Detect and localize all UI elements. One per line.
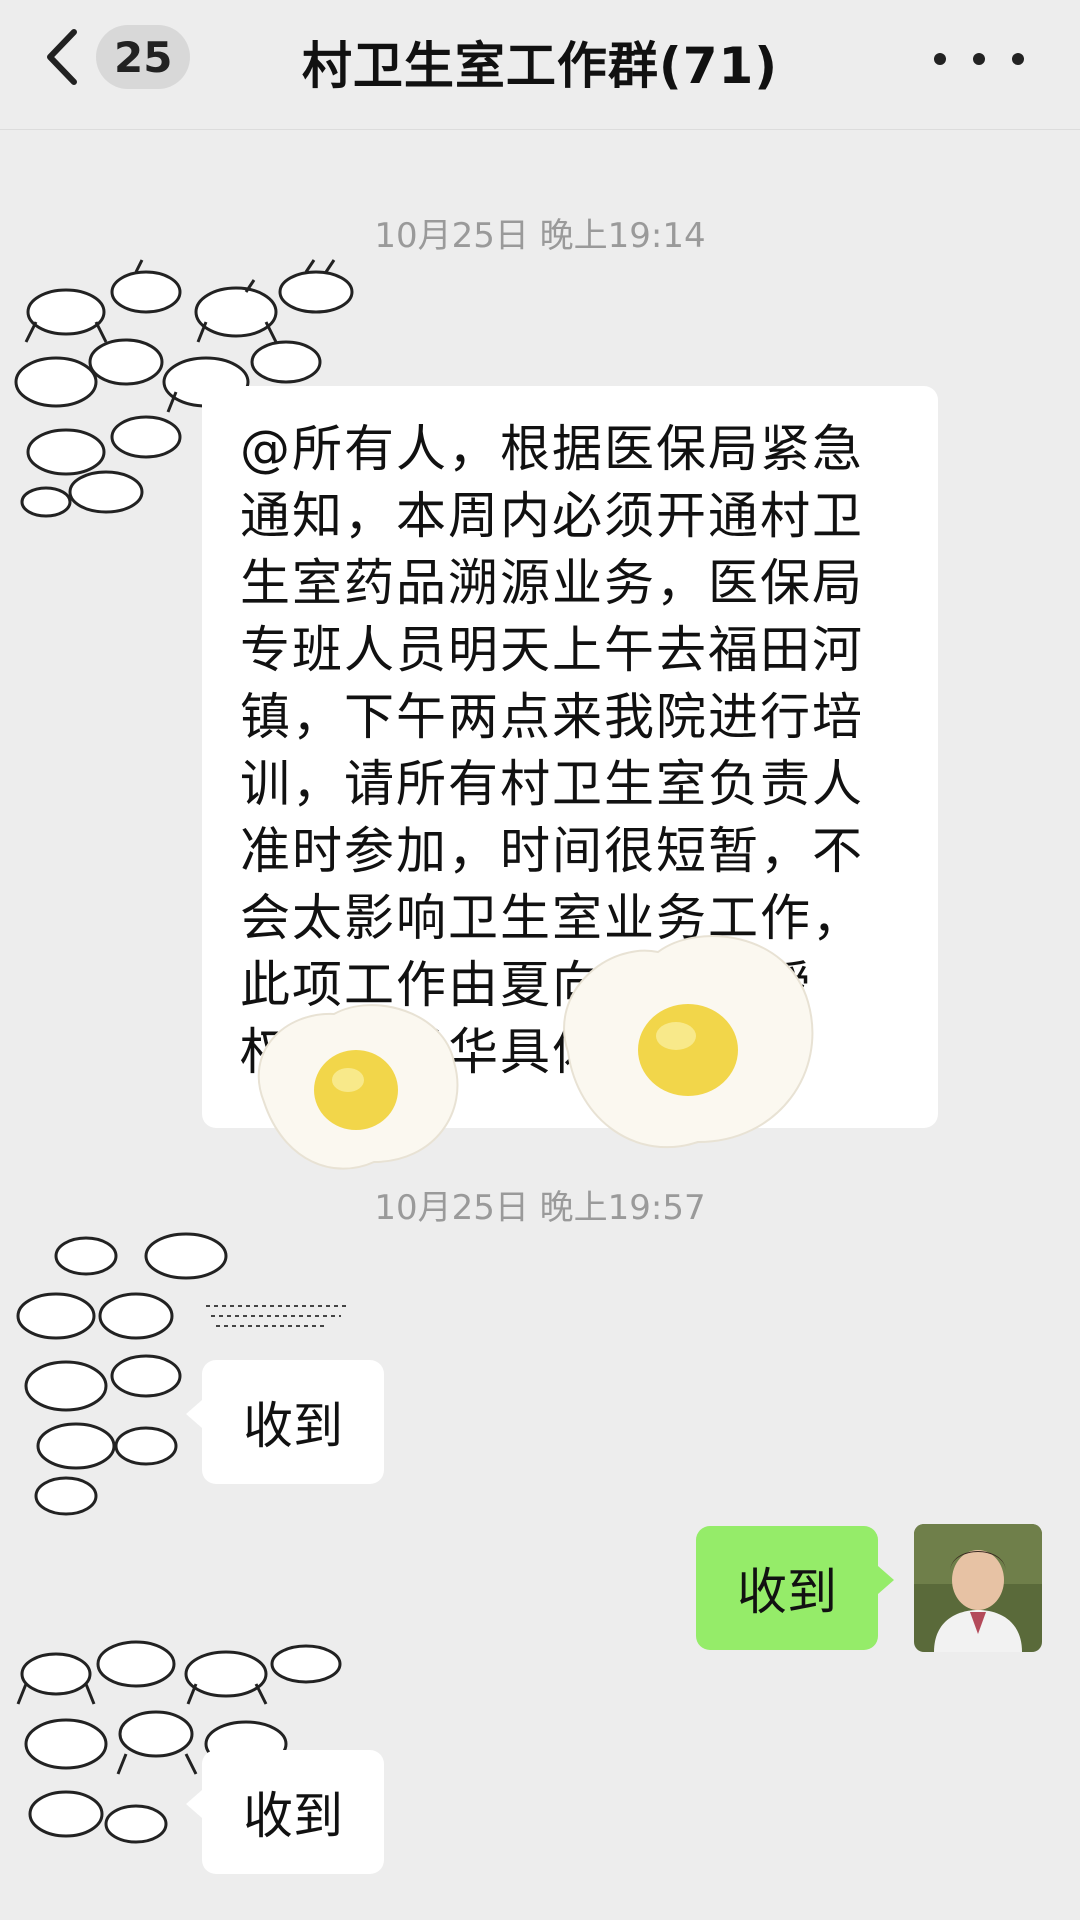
more-dot — [973, 53, 985, 65]
message-timestamp: 10月25日 晚上19:14 — [374, 216, 706, 256]
chat-header: 25 村卫生室工作群(71) — [0, 0, 1080, 130]
message-bubble[interactable]: 收到 — [186, 1360, 384, 1484]
message-text: 收到 — [243, 1787, 343, 1845]
message-bubble[interactable]: 收到 — [186, 1750, 384, 1874]
message-text: 收到 — [737, 1563, 837, 1621]
chat-title: 村卫生室工作群(71) — [301, 37, 779, 95]
message-text: 收到 — [243, 1397, 343, 1455]
more-dot — [1012, 53, 1024, 65]
egg-sticker-icon — [257, 1004, 459, 1170]
egg-sticker-icon — [563, 935, 814, 1149]
more-dot — [934, 53, 946, 65]
message-timestamp: 10月25日 晚上19:57 — [374, 1188, 706, 1228]
user-avatar[interactable] — [914, 1524, 1042, 1652]
message-bubble-self[interactable]: 收到 — [696, 1526, 894, 1650]
more-button[interactable] — [934, 44, 1024, 74]
